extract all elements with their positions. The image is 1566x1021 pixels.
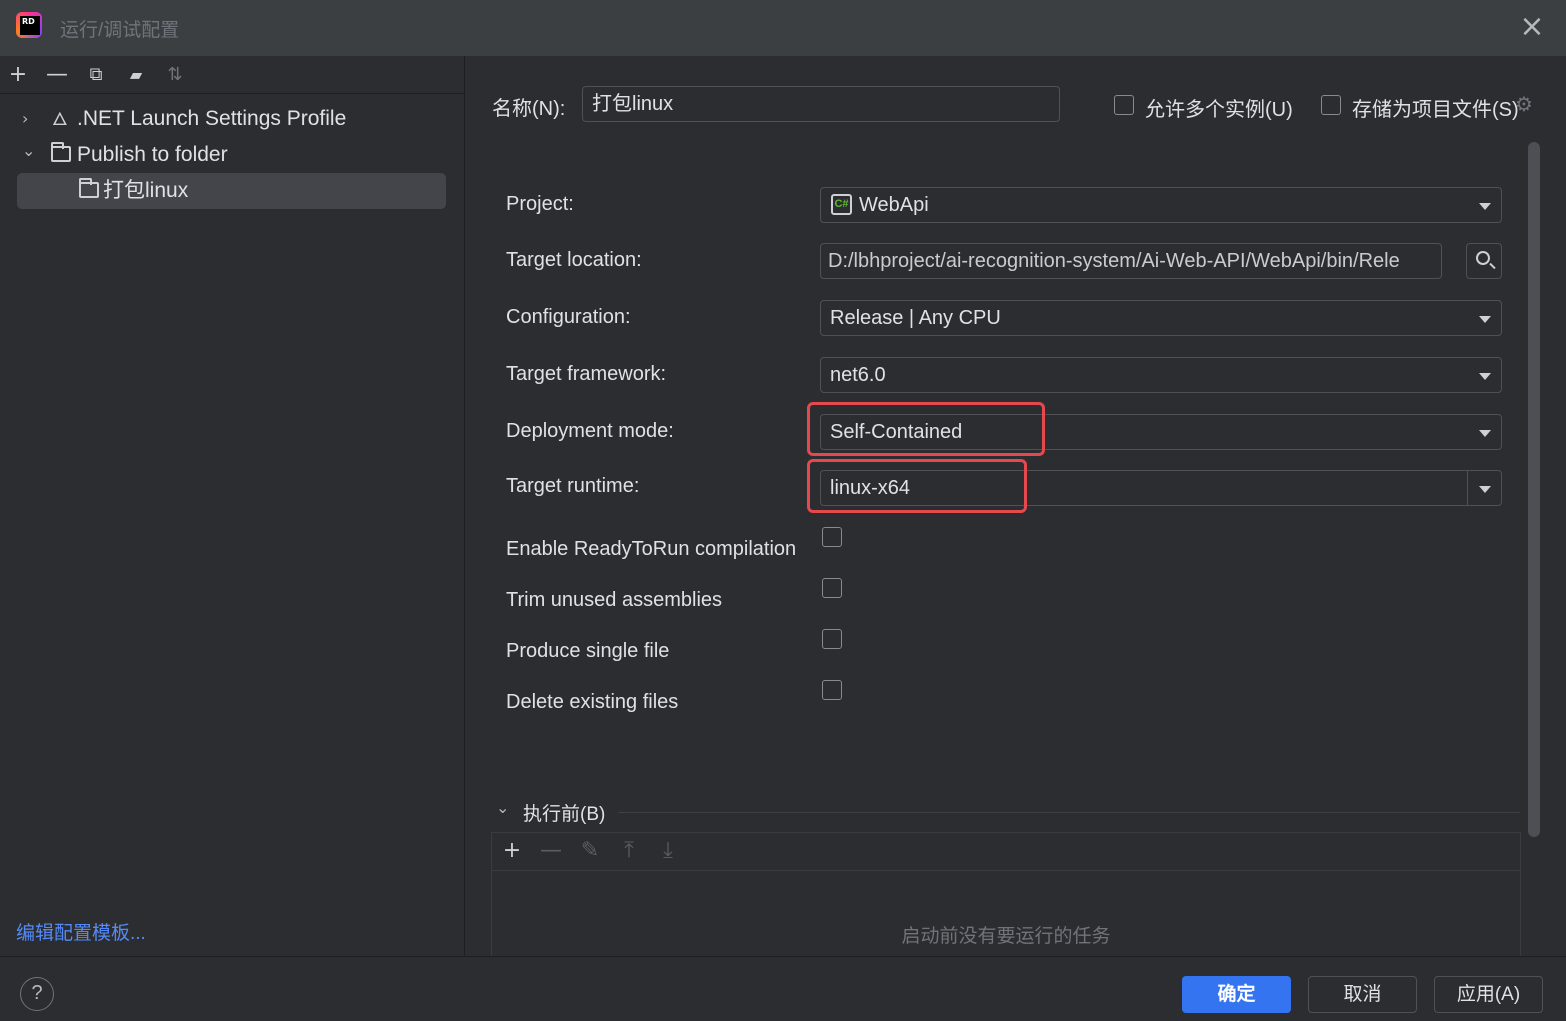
deployment-mode-label: Deployment mode: — [506, 420, 674, 442]
delete-existing-label: Delete existing files — [506, 691, 679, 713]
delete-existing-checkbox[interactable] — [822, 680, 842, 700]
store-as-project-file-checkbox[interactable] — [1321, 95, 1341, 115]
name-label: 名称(N): — [492, 98, 566, 120]
dropdown-arrow-icon — [1479, 373, 1491, 380]
add-task-icon[interactable]: + — [499, 838, 525, 864]
project-value: WebApi — [859, 194, 929, 216]
single-file-checkbox[interactable] — [822, 629, 842, 649]
tree-item-label: 打包linux — [103, 179, 189, 202]
folder-icon — [79, 173, 99, 209]
move-up-icon[interactable]: ⤒ — [616, 838, 642, 864]
rocket-icon: 🜂 — [52, 109, 68, 129]
vertical-scrollbar[interactable] — [1528, 142, 1540, 837]
allow-parallel-checkbox[interactable] — [1114, 95, 1134, 115]
allow-parallel-label: 允许多个实例(U) — [1145, 99, 1293, 121]
ready-to-run-label: Enable ReadyToRun compilation — [506, 538, 797, 560]
dropdown-arrow-icon — [1479, 203, 1491, 210]
search-icon — [1476, 251, 1490, 265]
target-runtime-highlight — [807, 459, 1027, 513]
cancel-button[interactable]: 取消 — [1308, 976, 1417, 1013]
before-launch-toolbar: + — ✎ ⤒ ⤓ — [492, 833, 1520, 871]
trim-assemblies-checkbox[interactable] — [822, 578, 842, 598]
target-location-input[interactable]: D:/lbhproject/ai-recognition-system/Ai-W… — [820, 243, 1442, 279]
trim-assemblies-label: Trim unused assemblies — [506, 589, 723, 611]
dialog-footer: ? 确定 取消 应用(A) — [0, 956, 1566, 1021]
close-icon[interactable]: × — [1516, 12, 1548, 44]
remove-configuration-icon[interactable]: — — [44, 62, 70, 88]
configuration-label: Configuration: — [506, 306, 631, 328]
browse-button[interactable] — [1466, 243, 1502, 279]
before-launch-title[interactable]: 执行前(B) — [523, 799, 605, 826]
move-down-icon[interactable]: ⤓ — [655, 838, 681, 864]
dropdown-arrow-icon[interactable] — [1479, 486, 1491, 493]
chevron-right-icon[interactable]: › — [22, 101, 40, 137]
target-framework-value: net6.0 — [830, 364, 886, 386]
tree-item-label: Publish to folder — [77, 143, 228, 166]
chevron-down-icon[interactable]: ⌄ — [22, 133, 40, 169]
target-runtime-label: Target runtime: — [506, 475, 640, 497]
help-button[interactable]: ? — [20, 977, 54, 1011]
add-configuration-icon[interactable]: + — [5, 62, 31, 88]
target-location-value: D:/lbhproject/ai-recognition-system/Ai-W… — [828, 250, 1400, 272]
sort-icon[interactable]: ⇅ — [162, 62, 188, 88]
ok-button[interactable]: 确定 — [1182, 976, 1291, 1013]
new-folder-icon[interactable]: ▰ — [123, 62, 149, 88]
copy-configuration-icon[interactable]: ⧉ — [83, 62, 109, 88]
before-launch-task-list: + — ✎ ⤒ ⤓ 启动前没有要运行的任务 — [491, 832, 1521, 956]
project-label: Project: — [506, 193, 574, 215]
rider-logo-icon — [16, 12, 42, 38]
target-location-label: Target location: — [506, 249, 642, 271]
tree-item-launch-settings[interactable]: › 🜂 .NET Launch Settings Profile — [20, 101, 450, 137]
section-divider — [618, 812, 1520, 813]
dropdown-arrow-icon — [1479, 316, 1491, 323]
tree-item-package-linux[interactable]: 打包linux — [20, 173, 445, 209]
store-as-project-file-label: 存储为项目文件(S) — [1352, 99, 1519, 121]
edit-configuration-templates-link[interactable]: 编辑配置模板... — [16, 918, 146, 945]
configuration-tree-panel: + — ⧉ ▰ ⇅ › 🜂 .NET Launch Settings Profi… — [0, 56, 465, 956]
folder-icon — [51, 137, 71, 173]
title-bar: 运行/调试配置 × — [0, 0, 1566, 56]
csharp-project-icon: C# — [831, 194, 852, 215]
configuration-dropdown[interactable]: Release | Any CPU — [820, 300, 1502, 336]
tree-toolbar: + — ⧉ ▰ ⇅ — [0, 56, 464, 94]
apply-button[interactable]: 应用(A) — [1434, 976, 1543, 1013]
gear-icon[interactable]: ⚙ — [1515, 92, 1533, 116]
collapse-chevron-icon[interactable]: ⌄ — [496, 798, 509, 817]
target-framework-label: Target framework: — [506, 363, 667, 385]
dropdown-arrow-icon — [1479, 430, 1491, 437]
name-input[interactable]: 打包linux — [582, 86, 1060, 122]
edit-task-icon[interactable]: ✎ — [577, 838, 603, 864]
target-framework-dropdown[interactable]: net6.0 — [820, 357, 1502, 393]
configuration-editor: 名称(N): 打包linux 允许多个实例(U) 存储为项目文件(S) ⚙ Pr… — [466, 56, 1566, 956]
remove-task-icon[interactable]: — — [538, 838, 564, 864]
tree-item-publish-to-folder[interactable]: ⌄ Publish to folder — [20, 137, 450, 173]
deployment-mode-highlight — [807, 402, 1045, 456]
project-dropdown[interactable]: C# WebApi — [820, 187, 1502, 223]
tree-item-label: .NET Launch Settings Profile — [77, 107, 347, 130]
single-file-label: Produce single file — [506, 640, 670, 662]
empty-task-text: 启动前没有要运行的任务 — [901, 926, 1111, 947]
window-title: 运行/调试配置 — [60, 20, 180, 41]
ready-to-run-checkbox[interactable] — [822, 527, 842, 547]
configuration-value: Release | Any CPU — [830, 307, 1001, 329]
